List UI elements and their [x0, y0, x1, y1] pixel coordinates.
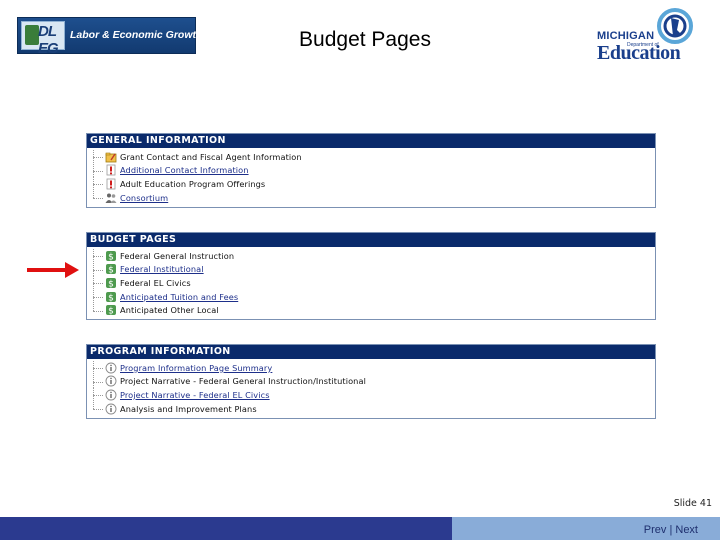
panel-header: BUDGET PAGES — [87, 233, 655, 247]
item-link[interactable]: Anticipated Tuition and Fees — [120, 292, 238, 302]
program-information-panel: PROGRAM INFORMATION Program Information … — [86, 344, 656, 419]
folder-edit-icon — [105, 151, 117, 163]
svg-text:$: $ — [108, 279, 114, 289]
item-link[interactable]: Additional Contact Information — [120, 165, 249, 175]
list-item[interactable]: Analysis and Improvement Plans — [87, 402, 655, 416]
item-label: Grant Contact and Fiscal Agent Informati… — [120, 151, 302, 162]
people-icon — [105, 192, 117, 204]
info-icon — [105, 403, 117, 415]
money-icon: $ — [105, 250, 117, 262]
list-item[interactable]: $ Federal General Instruction — [87, 249, 655, 263]
panel-header: PROGRAM INFORMATION — [87, 345, 655, 359]
general-information-panel: GENERAL INFORMATION Grant Contact and Fi… — [86, 133, 656, 208]
dleg-logo-text: Labor & Economic Growth — [70, 29, 203, 41]
dleg-logo: DL EG Labor & Economic Growth — [17, 17, 202, 57]
red-arrow-icon — [27, 262, 79, 278]
list-item[interactable]: Grant Contact and Fiscal Agent Informati… — [87, 150, 655, 164]
list-item[interactable]: $ Anticipated Other Local — [87, 303, 655, 317]
list-item[interactable]: Additional Contact Information — [87, 163, 655, 178]
svg-text:$: $ — [108, 252, 114, 262]
slide-navigation: Prev | Next — [644, 524, 698, 536]
footer-right-band: Prev | Next — [452, 517, 720, 540]
money-icon: $ — [105, 291, 117, 303]
list-item[interactable]: $ Federal Institutional — [87, 262, 655, 277]
michigan-map-icon — [25, 25, 39, 45]
list-item[interactable]: Program Information Page Summary — [87, 361, 655, 375]
item-link[interactable]: Project Narrative - Federal EL Civics — [120, 390, 270, 400]
svg-text:$: $ — [108, 306, 114, 316]
item-link[interactable]: Consortium — [120, 193, 168, 203]
info-icon — [105, 389, 117, 401]
dleg-logo-mark: DL EG — [38, 23, 59, 57]
list-item[interactable]: Adult Education Program Offerings — [87, 177, 655, 191]
list-item[interactable]: $ Anticipated Tuition and Fees — [87, 290, 655, 304]
list-item[interactable]: Project Narrative - Federal General Inst… — [87, 374, 655, 389]
item-label: Adult Education Program Offerings — [120, 178, 266, 189]
item-label: Federal General Instruction — [120, 250, 235, 261]
money-icon: $ — [105, 263, 117, 275]
svg-text:$: $ — [108, 293, 114, 303]
footer-left-band — [0, 517, 452, 540]
info-icon — [105, 375, 117, 387]
item-label: Federal EL Civics — [120, 277, 191, 288]
list-item[interactable]: $ Federal EL Civics — [87, 276, 655, 290]
logo-michigan-text: MICHIGAN — [597, 30, 655, 42]
money-icon: $ — [105, 277, 117, 289]
item-label: Project Narrative - Federal General Inst… — [120, 376, 366, 387]
nav-separator: | — [669, 524, 673, 536]
svg-text:$: $ — [108, 266, 114, 276]
michigan-education-logo: MICHIGAN Department of Education — [593, 2, 701, 66]
item-label: Analysis and Improvement Plans — [120, 403, 257, 414]
slide-number: Slide 41 — [673, 498, 712, 509]
page-title: Budget Pages — [299, 28, 431, 51]
item-link[interactable]: Program Information Page Summary — [120, 363, 272, 373]
next-link[interactable]: Next — [675, 524, 698, 536]
panel-header: GENERAL INFORMATION — [87, 134, 655, 148]
list-item[interactable]: Consortium — [87, 191, 655, 205]
item-link[interactable]: Federal Institutional — [120, 264, 204, 274]
alert-doc-icon — [105, 164, 117, 176]
list-item[interactable]: Project Narrative - Federal EL Civics — [87, 388, 655, 402]
alert-doc-icon — [105, 178, 117, 190]
footer-bar: Prev | Next — [0, 517, 720, 540]
item-label: Anticipated Other Local — [120, 305, 219, 316]
prev-link[interactable]: Prev — [644, 524, 667, 536]
dleg-emblem: DL EG — [21, 21, 65, 57]
logo-education-text: Education — [597, 42, 681, 64]
info-icon — [105, 362, 117, 374]
budget-pages-panel: BUDGET PAGES $ Federal General Instructi… — [86, 232, 656, 320]
money-icon: $ — [105, 304, 117, 316]
